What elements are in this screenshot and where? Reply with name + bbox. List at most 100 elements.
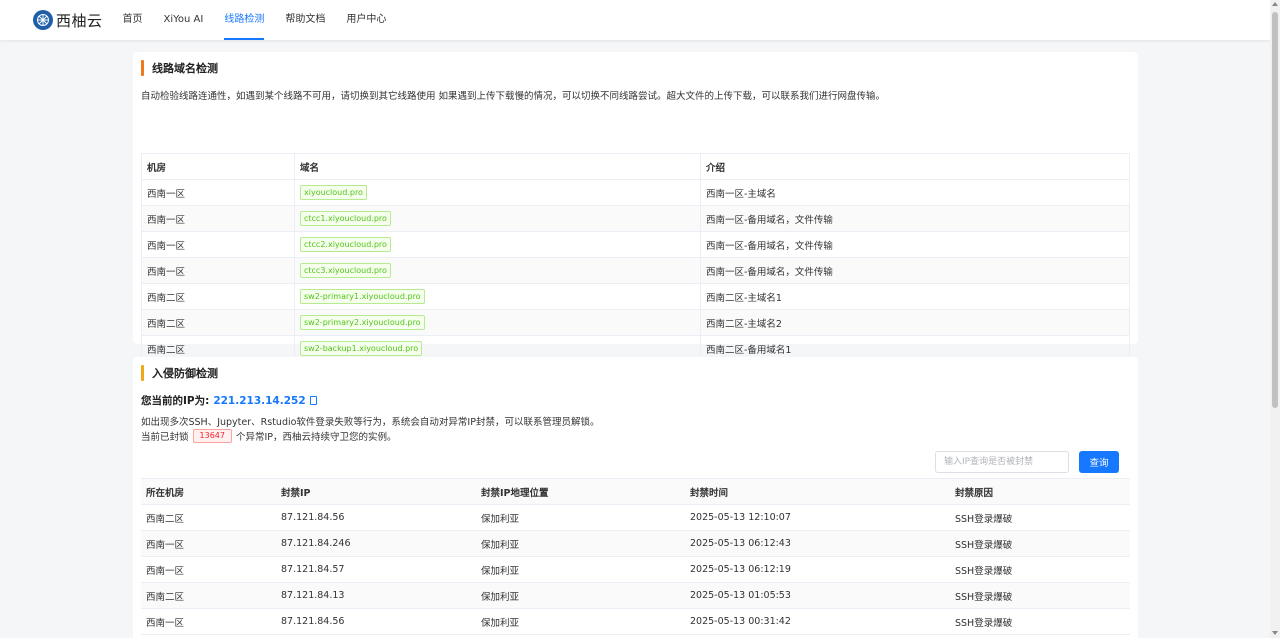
room-cell: 西南一区 — [141, 556, 276, 583]
intrusion-defense-card: 入侵防御检测 您当前的IP为: 221.213.14.252 如出现多次SSH、… — [133, 357, 1138, 638]
intro-cell: 西南一区-备用域名，文件传输 — [700, 231, 1130, 258]
column-header: 域名 — [294, 153, 701, 180]
search-button[interactable]: 查询 — [1079, 451, 1119, 473]
scroll-down-arrow-icon[interactable] — [1272, 631, 1278, 635]
domain-tag[interactable]: sw2-primary1.xiyoucloud.pro — [300, 289, 425, 304]
domain-tag[interactable]: sw2-backup1.xiyoucloud.pro — [300, 341, 423, 356]
main-nav: 首页 XiYou AI 线路检测 帮助文档 用户中心 — [123, 0, 408, 40]
domain-tag[interactable]: ctcc3.xiyoucloud.pro — [300, 263, 391, 278]
table-header-row: 机房 域名 介绍 — [141, 153, 1130, 180]
intrusion-description: 如出现多次SSH、Jupyter、Rstudio软件登录失败等行为，系统会自动对… — [141, 417, 600, 428]
domain-tag[interactable]: xiyoucloud.pro — [300, 185, 367, 200]
time-cell: 2025-05-13 06:12:43 — [685, 530, 950, 557]
nav-line-check[interactable]: 线路检测 — [224, 0, 265, 40]
scroll-thumb[interactable] — [1272, 12, 1278, 408]
geo-cell: 保加利亚 — [476, 530, 685, 557]
intrusion-title: 入侵防御检测 — [141, 365, 218, 381]
nav-user-center[interactable]: 用户中心 — [346, 0, 386, 40]
reason-cell: SSH登录爆破 — [950, 608, 1130, 635]
current-ip-label: 您当前的IP为: — [141, 395, 210, 407]
time-cell: 2025-05-13 01:05:53 — [685, 582, 950, 609]
domain-cell: xiyoucloud.pro — [294, 179, 701, 206]
nav-home[interactable]: 首页 — [123, 0, 143, 40]
ip-cell: 87.121.84.57 — [276, 556, 476, 583]
column-header: 封禁IP地理位置 — [476, 478, 685, 505]
blocked-ip-table: 所在机房 封禁IP 封禁IP地理位置 封禁时间 封禁原因 西南二区 87.121.… — [141, 478, 1130, 635]
nav-xiyou-ai[interactable]: XiYou AI — [164, 0, 204, 40]
domain-cell: sw2-primary1.xiyoucloud.pro — [294, 283, 701, 310]
domain-cell: sw2-primary2.xiyoucloud.pro — [294, 309, 701, 336]
scroll-up-arrow-icon[interactable] — [1272, 2, 1278, 6]
ip-cell: 87.121.84.13 — [276, 582, 476, 609]
table-header-row: 所在机房 封禁IP 封禁IP地理位置 封禁时间 封禁原因 — [141, 478, 1130, 505]
logo[interactable]: 西柚云 — [33, 10, 103, 31]
ip-search-input[interactable] — [935, 451, 1069, 473]
table-row: 西南一区 xiyoucloud.pro 西南一区-主域名 — [141, 179, 1130, 206]
domain-tag[interactable]: sw2-primary2.xiyoucloud.pro — [300, 315, 425, 330]
time-cell: 2025-05-13 06:12:19 — [685, 556, 950, 583]
reason-cell: SSH登录爆破 — [950, 556, 1130, 583]
column-header: 机房 — [141, 153, 295, 180]
room-cell: 西南一区 — [141, 179, 295, 206]
table-row: 西南二区 sw2-primary1.xiyoucloud.pro 西南二区-主域名1 — [141, 283, 1130, 310]
time-cell: 2025-05-13 00:31:42 — [685, 608, 950, 635]
table-row: 西南一区 ctcc1.xiyoucloud.pro 西南一区-备用域名，文件传输 — [141, 205, 1130, 232]
geo-cell: 保加利亚 — [476, 608, 685, 635]
domain-table: 机房 域名 介绍 西南一区 xiyoucloud.pro 西南一区-主域名 西南一区 c… — [141, 153, 1130, 388]
page-scrollbar[interactable] — [1270, 0, 1280, 638]
ip-cell: 87.121.84.56 — [276, 504, 476, 531]
logo-text: 西柚云 — [56, 11, 103, 30]
room-cell: 西南一区 — [141, 530, 276, 557]
intro-cell: 西南一区-备用域名，文件传输 — [700, 205, 1130, 232]
domain-tag[interactable]: ctcc2.xiyoucloud.pro — [300, 237, 391, 252]
geo-cell: 保加利亚 — [476, 582, 685, 609]
intro-cell: 西南二区-主域名1 — [700, 283, 1130, 310]
table-row: 西南一区 87.121.84.56 保加利亚 2025-05-13 00:31:42 S… — [141, 608, 1130, 635]
room-cell: 西南一区 — [141, 205, 295, 232]
time-cell: 2025-05-13 12:10:07 — [685, 504, 950, 531]
reason-cell: SSH登录爆破 — [950, 530, 1130, 557]
domain-cell: ctcc1.xiyoucloud.pro — [294, 205, 701, 232]
table-row: 西南二区 sw2-primary2.xiyoucloud.pro 西南二区-主域名2 — [141, 309, 1130, 336]
title-accent-bar — [141, 365, 144, 381]
current-ip-line: 您当前的IP为: 221.213.14.252 — [141, 393, 317, 408]
table-row: 西南一区 87.121.84.57 保加利亚 2025-05-13 06:12:19 S… — [141, 556, 1130, 583]
blocked-count-badge: 13647 — [192, 429, 232, 443]
intro-cell: 西南二区-主域名2 — [700, 309, 1130, 336]
domain-cell: ctcc2.xiyoucloud.pro — [294, 231, 701, 258]
room-cell: 西南一区 — [141, 231, 295, 258]
intro-cell: 西南一区-主域名 — [700, 179, 1130, 206]
intrusion-title-text: 入侵防御检测 — [152, 367, 218, 380]
room-cell: 西南二区 — [141, 309, 295, 336]
reason-cell: SSH登录爆破 — [950, 582, 1130, 609]
table-row: 西南一区 87.121.84.246 保加利亚 2025-05-13 06:12:43… — [141, 530, 1130, 557]
table-row: 西南二区 87.121.84.56 保加利亚 2025-05-13 12:10:07 S… — [141, 504, 1130, 531]
column-header: 所在机房 — [141, 478, 276, 505]
geo-cell: 保加利亚 — [476, 504, 685, 531]
blocked-prefix: 当前已封锁 — [141, 432, 189, 443]
current-ip-value: 221.213.14.252 — [213, 394, 306, 407]
nav-help-docs[interactable]: 帮助文档 — [285, 0, 325, 40]
domain-check-title: 线路域名检测 — [141, 60, 218, 76]
copy-icon[interactable] — [309, 396, 317, 405]
domain-tag[interactable]: ctcc1.xiyoucloud.pro — [300, 211, 391, 226]
geo-cell: 保加利亚 — [476, 556, 685, 583]
domain-check-card: 线路域名检测 自动检验线路连通性，如遇到某个线路不可用，请切换到其它线路使用 如… — [133, 52, 1138, 388]
blocked-count-line: 当前已封锁 13647 个异常IP，西柚云持续守卫您的实例。 — [141, 429, 397, 443]
column-header: 封禁IP — [276, 478, 476, 505]
reason-cell: SSH登录爆破 — [950, 504, 1130, 531]
room-cell: 西南二区 — [141, 582, 276, 609]
table-row: 西南二区 87.121.84.13 保加利亚 2025-05-13 01:05:53 S… — [141, 582, 1130, 609]
room-cell: 西南二区 — [141, 283, 295, 310]
logo-icon — [33, 10, 53, 30]
column-header: 封禁原因 — [950, 478, 1130, 505]
domain-check-description: 自动检验线路连通性，如遇到某个线路不可用，请切换到其它线路使用 如果遇到上传下载… — [141, 91, 886, 102]
top-navbar: 西柚云 首页 XiYou AI 线路检测 帮助文档 用户中心 — [0, 0, 1270, 40]
ip-cell: 87.121.84.56 — [276, 608, 476, 635]
room-cell: 西南一区 — [141, 608, 276, 635]
domain-cell: ctcc3.xiyoucloud.pro — [294, 257, 701, 284]
domain-check-title-text: 线路域名检测 — [152, 62, 218, 75]
title-accent-bar — [141, 60, 144, 76]
table-row: 西南一区 ctcc2.xiyoucloud.pro 西南一区-备用域名，文件传输 — [141, 231, 1130, 258]
blocked-suffix: 个异常IP，西柚云持续守卫您的实例。 — [235, 432, 397, 443]
